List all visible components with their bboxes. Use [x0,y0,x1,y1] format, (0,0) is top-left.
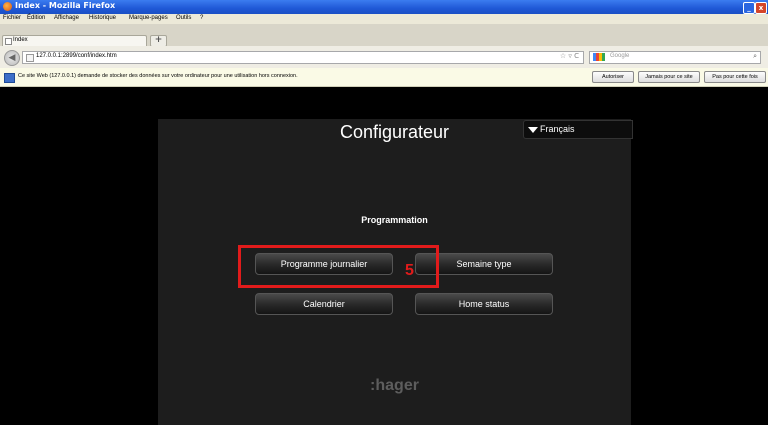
menu-historique[interactable]: Historique [89,15,116,21]
url-bar[interactable]: 127.0.0.1:2899/conf/index.htm ☆ ▿ C [22,51,584,64]
notification-text: Ce site Web (127.0.0.1) demande de stock… [18,73,298,79]
calendrier-button[interactable]: Calendrier [255,293,393,315]
offline-storage-notification: Ce site Web (127.0.0.1) demande de stock… [0,68,768,87]
menu-bar: Fichier Édition Affichage Historique Mar… [0,14,768,24]
firefox-icon [3,2,12,11]
search-icon[interactable]: ⌕ [753,52,757,61]
language-label: Français [540,124,575,134]
menu-edition[interactable]: Édition [27,15,45,21]
search-bar[interactable]: Google ⌕ [589,51,761,64]
home-status-button[interactable]: Home status [415,293,553,315]
minimize-button[interactable]: _ [743,2,755,14]
hager-logo: :hager [370,377,419,394]
menu-affichage[interactable]: Affichage [54,15,79,21]
language-select[interactable]: Français [523,120,633,139]
dropdown-triangle-icon [528,127,538,133]
url-text: 127.0.0.1:2899/conf/index.htm [36,53,117,59]
google-icon [593,53,605,61]
tab-label: Index [13,37,28,43]
bookmark-reload-icons[interactable]: ☆ ▿ C [560,52,579,60]
not-now-button[interactable]: Pas pour cette fois [704,71,766,83]
menu-fichier[interactable]: Fichier [3,15,21,21]
tab-index[interactable]: Index [2,35,147,46]
tab-bar: Index + [0,24,768,47]
site-icon [26,54,34,62]
back-button[interactable]: ◀ [4,50,20,66]
window-titlebar: Index - Mozilla Firefox _ x [0,0,768,14]
storage-icon [4,73,15,83]
search-placeholder: Google [610,53,630,59]
close-button[interactable]: x [755,2,767,14]
allow-button[interactable]: Autoriser [592,71,634,83]
annotation-step-number: 5 [405,262,414,279]
never-for-site-button[interactable]: Jamais pour ce site [638,71,700,83]
menu-outils[interactable]: Outils [176,15,191,21]
page-icon [5,38,12,45]
menu-help[interactable]: ? [200,15,203,21]
section-title: Programmation [361,215,428,225]
navigation-bar: ◀ 127.0.0.1:2899/conf/index.htm ☆ ▿ C Go… [0,46,768,69]
window-title: Index - Mozilla Firefox [15,1,116,10]
menu-marque-pages[interactable]: Marque-pages [129,15,168,21]
